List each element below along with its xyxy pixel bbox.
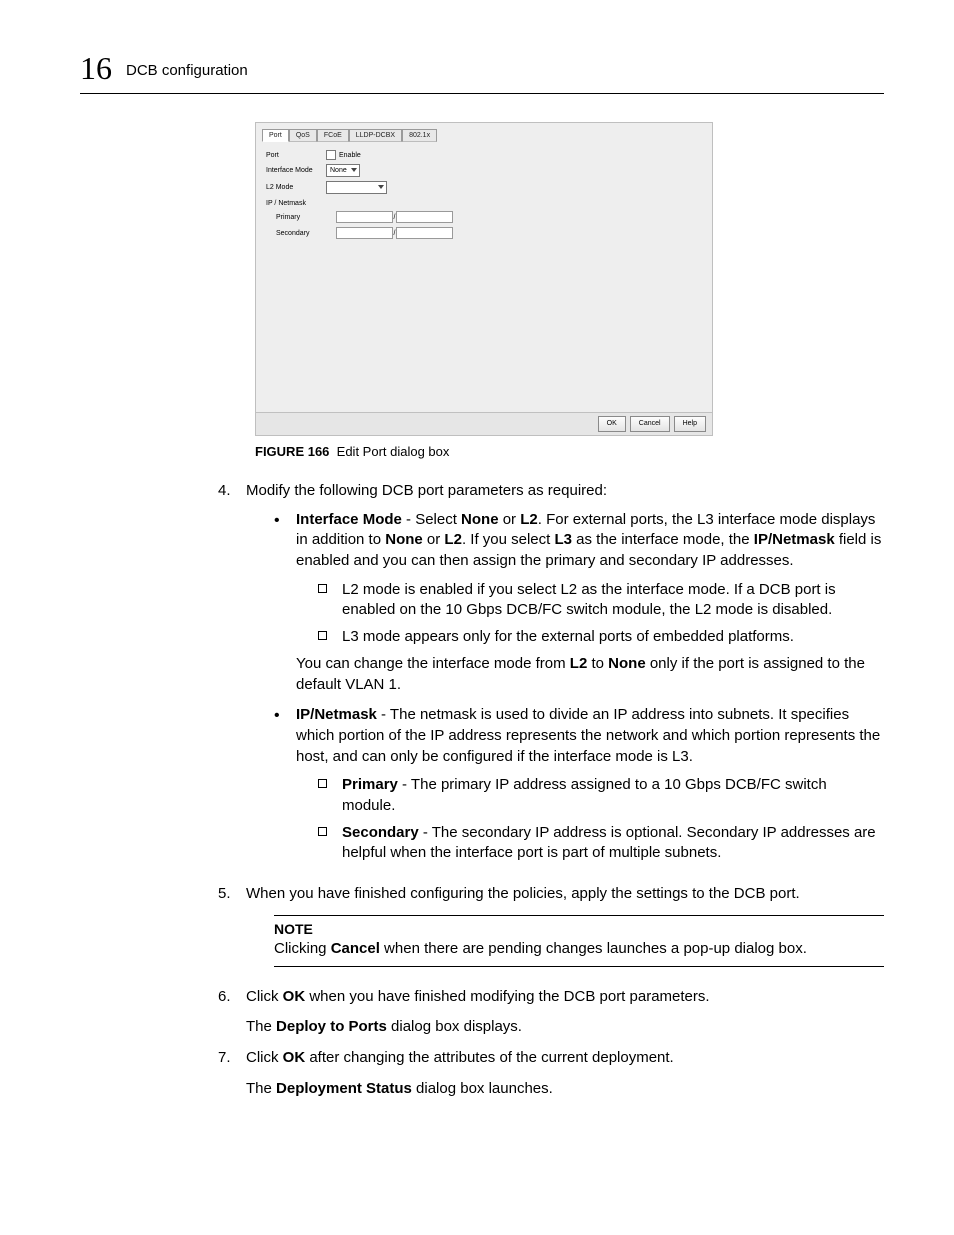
primary-mask-input[interactable] — [396, 211, 453, 223]
tab-fcoe[interactable]: FCoE — [317, 129, 349, 142]
term: Interface Mode — [296, 511, 402, 528]
term: Deployment Status — [276, 1080, 412, 1097]
square-primary: Primary - The primary IP address assigne… — [318, 775, 884, 816]
term: Cancel — [331, 940, 380, 957]
dialog-button-bar: OK Cancel Help — [256, 412, 712, 435]
term: Primary — [342, 776, 398, 793]
label-primary: Primary — [266, 214, 336, 221]
step-number: 7. — [218, 1048, 246, 1099]
body-content: 4. Modify the following DCB port paramet… — [218, 481, 884, 1099]
step-number: 4. — [218, 481, 246, 874]
t: - Select — [402, 511, 461, 528]
term: L2 — [520, 511, 538, 528]
t: as the interface mode, the — [572, 531, 754, 548]
note-title: NOTE — [274, 920, 884, 939]
term: L2 — [444, 531, 462, 548]
term: Secondary — [342, 824, 419, 841]
page: 16 DCB configuration Port QoS FCoE LLDP-… — [0, 0, 954, 1169]
t: when there are pending changes launches … — [380, 940, 807, 957]
t: dialog box displays. — [387, 1018, 522, 1035]
term: None — [608, 655, 646, 672]
t: The — [246, 1080, 276, 1097]
chevron-down-icon — [378, 185, 384, 189]
cancel-button[interactable]: Cancel — [630, 416, 670, 432]
label-interface-mode: Interface Mode — [266, 167, 326, 174]
after-text: The Deploy to Ports dialog box displays. — [246, 1017, 884, 1038]
t: after changing the attributes of the cur… — [305, 1049, 674, 1066]
page-header: 16 DCB configuration — [80, 50, 884, 94]
tab-8021x[interactable]: 802.1x — [402, 129, 437, 142]
secondary-ip-input[interactable] — [336, 227, 393, 239]
label-ip-netmask: IP / Netmask — [266, 200, 326, 207]
after-text: You can change the interface mode from L… — [296, 654, 884, 695]
t: when you have finished modifying the DCB… — [305, 988, 709, 1005]
term: IP/Netmask — [754, 531, 835, 548]
chapter-number: 16 — [80, 50, 112, 87]
t: - The secondary IP address is optional. … — [342, 824, 876, 862]
t: dialog box launches. — [412, 1080, 553, 1097]
after-text: The Deployment Status dialog box launche… — [246, 1079, 884, 1100]
term: None — [461, 511, 499, 528]
square-l2: L2 mode is enabled if you select L2 as t… — [318, 580, 884, 621]
term: L2 — [570, 655, 588, 672]
t: Click — [246, 988, 283, 1005]
term: Deploy to Ports — [276, 1018, 387, 1035]
term: None — [385, 531, 423, 548]
figure-caption-text: Edit Port dialog box — [337, 444, 450, 459]
label-l2-mode: L2 Mode — [266, 184, 326, 191]
label-enable: Enable — [339, 152, 361, 159]
t: . If you select — [462, 531, 555, 548]
ok-button[interactable]: OK — [598, 416, 626, 432]
t: to — [587, 655, 608, 672]
t: or — [499, 511, 521, 528]
chevron-down-icon — [351, 168, 357, 172]
t: - The primary IP address assigned to a 1… — [342, 776, 827, 814]
step-5: 5. When you have finished configuring th… — [218, 884, 884, 977]
term: OK — [283, 1049, 306, 1066]
note-box: NOTE Clicking Cancel when there are pend… — [274, 915, 884, 967]
tab-port[interactable]: Port — [262, 129, 289, 142]
dialog-tabs: Port QoS FCoE LLDP-DCBX 802.1x — [256, 123, 712, 142]
enable-checkbox[interactable] — [326, 150, 336, 160]
label-secondary: Secondary — [266, 230, 336, 237]
page-title: DCB configuration — [126, 62, 248, 79]
step-7: 7. Click OK after changing the attribute… — [218, 1048, 884, 1099]
figure-label: FIGURE 166 — [255, 444, 329, 459]
dropdown-value: None — [330, 167, 347, 174]
step-text: When you have finished configuring the p… — [246, 885, 800, 902]
figure-caption: FIGURE 166 Edit Port dialog box — [255, 444, 884, 459]
square-l3: L3 mode appears only for the external po… — [318, 627, 884, 648]
l2-mode-dropdown[interactable] — [326, 181, 387, 194]
term: OK — [283, 988, 306, 1005]
step-4: 4. Modify the following DCB port paramet… — [218, 481, 884, 874]
primary-ip-input[interactable] — [336, 211, 393, 223]
square-secondary: Secondary - The secondary IP address is … — [318, 823, 884, 864]
t: or — [423, 531, 445, 548]
step-text: Modify the following DCB port parameters… — [246, 482, 607, 499]
edit-port-screenshot: Port QoS FCoE LLDP-DCBX 802.1x Port Enab… — [255, 122, 713, 436]
step-6: 6. Click OK when you have finished modif… — [218, 987, 884, 1038]
t: You can change the interface mode from — [296, 655, 570, 672]
form-area: Port Enable Interface Mode None L2 Mode … — [256, 142, 712, 251]
step-number: 6. — [218, 987, 246, 1038]
term: IP/Netmask — [296, 706, 377, 723]
help-button[interactable]: Help — [674, 416, 706, 432]
bullet-ip-netmask: IP/Netmask - The netmask is used to divi… — [274, 705, 884, 864]
t: Clicking — [274, 940, 331, 957]
term: L3 — [554, 531, 572, 548]
t: - The netmask is used to divide an IP ad… — [296, 706, 880, 764]
step-number: 5. — [218, 884, 246, 977]
bullet-interface-mode: Interface Mode - Select None or L2. For … — [274, 510, 884, 696]
t: The — [246, 1018, 276, 1035]
secondary-mask-input[interactable] — [396, 227, 453, 239]
note-text: Clicking Cancel when there are pending c… — [274, 939, 884, 960]
interface-mode-dropdown[interactable]: None — [326, 164, 360, 177]
t: Click — [246, 1049, 283, 1066]
tab-qos[interactable]: QoS — [289, 129, 317, 142]
label-port: Port — [266, 152, 326, 159]
tab-lldp-dcbx[interactable]: LLDP-DCBX — [349, 129, 402, 142]
